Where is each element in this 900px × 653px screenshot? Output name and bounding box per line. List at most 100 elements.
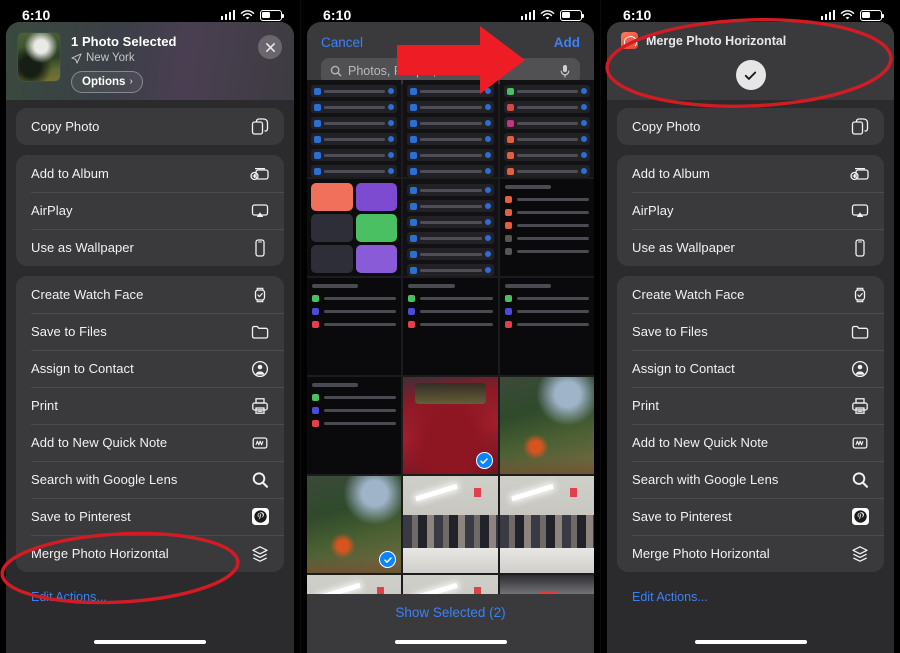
action-row-create-watch-face[interactable]: Create Watch Face <box>617 276 884 313</box>
battery-icon <box>860 10 882 21</box>
search-icon <box>330 65 342 77</box>
thumb-photo-garden[interactable] <box>500 377 594 474</box>
action-row-search-with-google-lens[interactable]: Search with Google Lens <box>16 461 284 498</box>
thumb-photo-meeting-room-d[interactable] <box>403 575 497 594</box>
action-label: Add to New Quick Note <box>632 435 768 450</box>
show-selected-button[interactable]: Show Selected (2) <box>307 594 594 653</box>
airplay-icon <box>850 201 870 221</box>
thumb-next-action-suggestions-c[interactable] <box>500 278 594 375</box>
action-row-merge-photo-horizontal[interactable]: Merge Photo Horizontal <box>16 535 284 572</box>
add-button[interactable]: Add <box>554 35 580 50</box>
thumb-photo-meeting-room-a[interactable] <box>403 476 497 573</box>
thumb-shortcut-sharing-actions[interactable] <box>500 80 594 177</box>
share-sheet-header: 1 Photo Selected New York Options › <box>6 22 294 100</box>
cellular-signal-icon <box>521 10 536 20</box>
photo-grid <box>307 80 594 594</box>
action-row-use-as-wallpaper[interactable]: Use as Wallpaper <box>617 229 884 266</box>
edit-actions-button[interactable]: Edit Actions... <box>617 582 884 604</box>
action-row-save-to-files[interactable]: Save to Files <box>617 313 884 350</box>
thumb-photo-garden-duplicate[interactable] <box>307 476 401 573</box>
photo-location-label: New York <box>86 52 135 64</box>
action-label: AirPlay <box>632 203 674 218</box>
share-sheet: 1 Photo Selected New York Options › <box>6 22 294 653</box>
action-row-search-with-google-lens[interactable]: Search with Google Lens <box>617 461 884 498</box>
picker-toolbar: Cancel Add Photos, People, Places... <box>307 22 594 80</box>
shortcuts-layers-icon <box>250 544 270 564</box>
show-selected-label: Show Selected (2) <box>395 605 505 620</box>
thumb-shortcut-editor-tiles[interactable] <box>307 179 401 276</box>
action-row-save-to-pinterest[interactable]: Save to Pinterest <box>617 498 884 535</box>
action-label: Save to Pinterest <box>632 509 732 524</box>
action-label: Add to New Quick Note <box>31 435 167 450</box>
options-button[interactable]: Options › <box>71 71 143 93</box>
watch-icon <box>250 285 270 305</box>
thumb-photo-car-interior[interactable] <box>403 377 497 474</box>
search-icon <box>850 470 870 490</box>
thumb-shortcut-action-list[interactable] <box>307 80 401 177</box>
action-group-1: Copy Photo <box>16 108 284 145</box>
action-row-use-as-wallpaper[interactable]: Use as Wallpaper <box>16 229 284 266</box>
status-bar-icons <box>221 10 283 21</box>
thumb-photo-meeting-room-c[interactable] <box>307 575 401 594</box>
action-row-airplay[interactable]: AirPlay <box>617 192 884 229</box>
thumb-next-action-suggestions-b[interactable] <box>403 278 497 375</box>
status-bar-clock: 6:10 <box>22 7 50 23</box>
action-group-3: Create Watch Face Save to Files Assign t… <box>617 276 884 572</box>
shortcuts-app-icon <box>621 32 638 49</box>
status-bar-icons <box>521 10 583 21</box>
action-row-copy-photo[interactable]: Copy Photo <box>16 108 284 145</box>
close-button[interactable] <box>258 35 282 59</box>
action-row-create-watch-face[interactable]: Create Watch Face <box>16 276 284 313</box>
action-row-assign-to-contact[interactable]: Assign to Contact <box>16 350 284 387</box>
selected-photo-thumbnail[interactable] <box>18 33 60 81</box>
thumb-shortcut-image-list[interactable] <box>403 179 497 276</box>
cellular-signal-icon <box>221 10 236 20</box>
action-row-print[interactable]: Print <box>16 387 284 424</box>
action-row-add-to-new-quick-note[interactable]: Add to New Quick Note <box>617 424 884 461</box>
action-row-airplay[interactable]: AirPlay <box>16 192 284 229</box>
action-label: Assign to Contact <box>632 361 735 376</box>
folder-icon <box>850 322 870 342</box>
wallpaper-iphone-icon <box>850 238 870 258</box>
action-row-copy-photo[interactable]: Copy Photo <box>617 108 884 145</box>
panel-shortcut-running: 6:10 Merge Photo Horizontal <box>600 0 900 653</box>
action-group-2: Add to Album AirPlay Use as Wallpaper <box>16 155 284 266</box>
thumb-shortcut-image-actions[interactable] <box>403 80 497 177</box>
action-row-add-to-album[interactable]: Add to Album <box>617 155 884 192</box>
wifi-icon <box>540 10 555 21</box>
action-group-2: Add to Album AirPlay Use as Wallpaper <box>617 155 884 266</box>
thumb-photo-meeting-room-b[interactable] <box>500 476 594 573</box>
printer-icon <box>250 396 270 416</box>
edit-actions-button[interactable]: Edit Actions... <box>16 582 284 604</box>
action-group-3: Create Watch Face Save to Files Assign t… <box>16 276 284 572</box>
action-row-add-to-new-quick-note[interactable]: Add to New Quick Note <box>16 424 284 461</box>
home-indicator <box>94 640 206 644</box>
action-label: Print <box>632 398 659 413</box>
action-row-assign-to-contact[interactable]: Assign to Contact <box>617 350 884 387</box>
copy-icon <box>850 117 870 137</box>
action-row-print[interactable]: Print <box>617 387 884 424</box>
photo-picker-sheet: Cancel Add Photos, People, Places... <box>307 22 594 653</box>
action-label: Create Watch Face <box>632 287 744 302</box>
action-label: Search with Google Lens <box>632 472 778 487</box>
action-row-add-to-album[interactable]: Add to Album <box>16 155 284 192</box>
action-row-merge-photo-horizontal[interactable]: Merge Photo Horizontal <box>617 535 884 572</box>
action-label: Use as Wallpaper <box>31 240 134 255</box>
thumb-photo-flag-window[interactable] <box>500 575 594 594</box>
chevron-right-icon: › <box>129 76 132 87</box>
cancel-button[interactable]: Cancel <box>321 35 363 50</box>
action-row-save-to-pinterest[interactable]: Save to Pinterest <box>16 498 284 535</box>
thumb-keyboard-screenshot[interactable] <box>307 377 401 474</box>
action-row-save-to-files[interactable]: Save to Files <box>16 313 284 350</box>
microphone-icon[interactable] <box>559 64 571 78</box>
page-title: 1 Photo Selected <box>71 34 258 49</box>
action-label: Merge Photo Horizontal <box>632 546 770 561</box>
thumb-shortcut-context-menu[interactable] <box>500 179 594 276</box>
wallpaper-iphone-icon <box>250 238 270 258</box>
action-label: AirPlay <box>31 203 73 218</box>
photo-location: New York <box>71 52 258 64</box>
folder-icon <box>250 322 270 342</box>
running-shortcut-title: Merge Photo Horizontal <box>646 34 786 48</box>
thumb-next-action-suggestions-a[interactable] <box>307 278 401 375</box>
panel-share-sheet: 6:10 1 Photo Selected <box>0 0 300 653</box>
